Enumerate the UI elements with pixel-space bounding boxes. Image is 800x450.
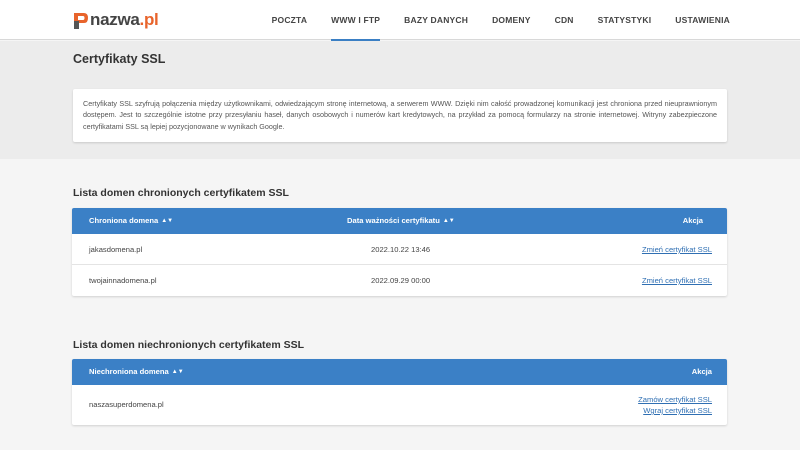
domain-cell: naszasuperdomena.pl [89, 400, 164, 409]
logo-text: nazwa.pl [90, 10, 159, 29]
column-expiry-date[interactable]: Data ważności certyfikatu ▲▼ [347, 208, 455, 234]
nazwa-pl-logo[interactable]: nazwa.pl [73, 9, 159, 31]
main-nav: POCZTA WWW i FTP BAZY DANYCH DOMENY CDN … [248, 0, 730, 41]
nav-ustawienia[interactable]: USTAWIENIA [675, 0, 730, 40]
nav-www-ftp[interactable]: WWW i FTP [331, 0, 381, 41]
nav-cdn[interactable]: CDN [555, 0, 574, 40]
upload-certificate-link[interactable]: Wgraj certyfikat SSL [638, 405, 712, 416]
sort-icon: ▲▼ [171, 369, 184, 375]
table-row: jakasdomena.pl 2022.10.22 13:46 Zmień ce… [72, 234, 727, 265]
domain-cell: twojainnadomena.pl [89, 276, 157, 285]
expiry-cell: 2022.09.29 00:00 [371, 276, 431, 285]
nav-bazy-danych[interactable]: BAZY DANYCH [404, 0, 468, 40]
expiry-cell: 2022.10.22 13:46 [371, 245, 431, 254]
column-action: Akcja [691, 367, 712, 376]
sort-icon: ▲▼ [442, 218, 455, 224]
top-navigation-bar: nazwa.pl POCZTA WWW i FTP BAZY DANYCH DO… [0, 0, 800, 41]
column-unprotected-domain[interactable]: Niechroniona domena ▲▼ [89, 359, 184, 385]
unprotected-domains-table: Niechroniona domena ▲▼ Akcja naszasuperdo… [72, 359, 727, 425]
ssl-info-box: Certyfikaty SSL szyfrują połączenia międ… [73, 89, 727, 142]
nav-domeny[interactable]: DOMENY [492, 0, 531, 40]
column-protected-domain[interactable]: Chroniona domena ▲▼ [89, 208, 173, 234]
protected-domains-table: Chroniona domena ▲▼ Data ważności certyfi… [72, 208, 727, 296]
table-row: twojainnadomena.pl 2022.09.29 00:00 Zmie… [72, 265, 727, 296]
table-header: Niechroniona domena ▲▼ Akcja [72, 359, 727, 385]
unprotected-domains-title: Lista domen niechronionych certyfikatem … [73, 339, 305, 351]
change-certificate-link[interactable]: Zmień certyfikat SSL [642, 265, 712, 296]
column-action: Akcja [682, 216, 703, 225]
protected-domains-title: Lista domen chronionych certyfikatem SSL [73, 187, 289, 199]
order-certificate-link[interactable]: Zamów certyfikat SSL [638, 394, 712, 405]
sort-icon: ▲▼ [161, 218, 174, 224]
ssl-info-text: Certyfikaty SSL szyfrują połączenia międ… [83, 99, 717, 131]
nav-statystyki[interactable]: STATYSTYKI [598, 0, 652, 40]
logo-icon [74, 12, 88, 29]
row-actions: Zamów certyfikat SSL Wgraj certyfikat SS… [638, 394, 712, 416]
table-row: naszasuperdomena.pl Zamów certyfikat SSL… [72, 385, 727, 425]
domain-cell: jakasdomena.pl [89, 245, 143, 254]
change-certificate-link[interactable]: Zmień certyfikat SSL [642, 234, 712, 265]
nav-poczta[interactable]: POCZTA [272, 0, 308, 40]
table-header: Chroniona domena ▲▼ Data ważności certyfi… [72, 208, 727, 234]
page-title: Certyfikaty SSL [73, 52, 166, 66]
